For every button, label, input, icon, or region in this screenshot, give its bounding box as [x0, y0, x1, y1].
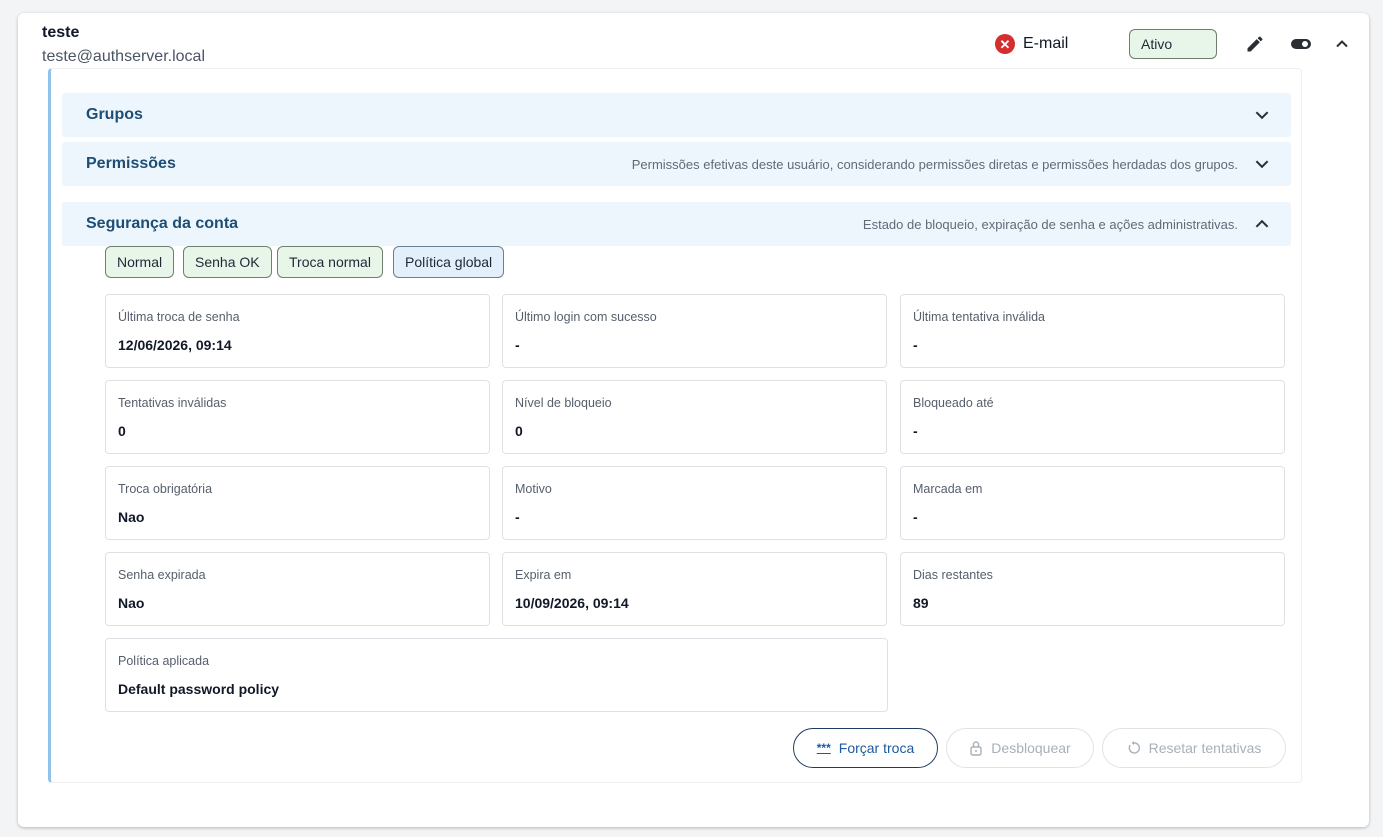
x-circle-icon: ✕ — [995, 34, 1015, 54]
toggle-icon — [1291, 39, 1311, 49]
field-card-expires-at: Expira em 10/09/2026, 09:14 — [502, 552, 887, 626]
field-card-last-login: Último login com sucesso - — [502, 294, 887, 368]
field-card-last-invalid-attempt: Última tentativa inválida - — [900, 294, 1285, 368]
field-value: 12/06/2026, 09:14 — [118, 337, 232, 353]
field-value: - — [913, 509, 918, 525]
field-value: - — [515, 509, 520, 525]
field-value: 89 — [913, 595, 929, 611]
chevron-down-icon — [1255, 111, 1269, 120]
section-permissions-title: Permissões — [86, 155, 176, 172]
field-card-last-password-change: Última troca de senha 12/06/2026, 09:14 — [105, 294, 490, 368]
field-label: Senha expirada — [118, 568, 206, 582]
field-value: - — [913, 337, 918, 353]
toggle-button[interactable] — [1288, 31, 1314, 57]
password-icon: *** — [816, 741, 831, 755]
field-card-applied-policy: Política aplicada Default password polic… — [105, 638, 888, 712]
field-label: Troca obrigatória — [118, 482, 213, 496]
field-card-password-expired: Senha expirada Nao — [105, 552, 490, 626]
section-groups-title: Grupos — [86, 106, 143, 123]
lock-icon — [970, 741, 982, 756]
status-chip-password: Senha OK — [183, 246, 272, 278]
field-label: Última troca de senha — [118, 310, 240, 324]
section-security-title: Segurança da conta — [86, 215, 239, 232]
user-name: teste — [42, 24, 80, 41]
reset-attempts-label: Resetar tentativas — [1148, 740, 1262, 756]
field-label: Bloqueado até — [913, 396, 994, 410]
chevron-up-icon — [1255, 219, 1269, 228]
field-card-marked-at: Marcada em - — [900, 466, 1285, 540]
section-security-description: Estado de bloqueio, expiração de senha e… — [862, 216, 1238, 232]
collapse-user-button[interactable] — [1329, 31, 1355, 57]
field-value: Nao — [118, 595, 145, 611]
field-label: Dias restantes — [913, 568, 993, 582]
field-value: Default password policy — [118, 681, 280, 697]
reset-icon — [1128, 741, 1140, 754]
edit-button[interactable] — [1242, 31, 1268, 57]
status-chip-lock: Normal — [105, 246, 175, 278]
field-value: - — [515, 337, 520, 353]
field-label: Expira em — [515, 568, 572, 582]
force-change-button[interactable]: *** Forçar troca — [793, 728, 938, 768]
unlock-button[interactable]: Desbloquear — [946, 728, 1094, 768]
field-label: Nível de bloqueio — [515, 396, 612, 410]
section-permissions-description: Permissões efetivas deste usuário, consi… — [631, 156, 1238, 172]
status-badge[interactable]: Ativo — [1129, 29, 1217, 59]
field-card-locked-until: Bloqueado até - — [900, 380, 1285, 454]
chevron-down-icon — [1255, 160, 1269, 169]
field-card-reason: Motivo - — [502, 466, 887, 540]
section-security-header[interactable]: Segurança da conta Estado de bloqueio, e… — [62, 202, 1291, 246]
force-change-label: Forçar troca — [838, 740, 915, 756]
user-email: teste@authserver.local — [42, 48, 205, 65]
field-value: 10/09/2026, 09:14 — [515, 595, 629, 611]
field-card-invalid-attempts: Tentativas inválidas 0 — [105, 380, 490, 454]
email-status-label: E-mail — [1023, 35, 1069, 52]
section-groups-header[interactable]: Grupos — [62, 93, 1291, 137]
field-value: 0 — [515, 423, 523, 439]
field-value: - — [913, 423, 918, 439]
field-card-mandatory-change: Troca obrigatória Nao — [105, 466, 490, 540]
email-verification-status: ✕ E-mail — [995, 34, 1068, 54]
field-value: 0 — [118, 423, 126, 439]
reset-attempts-button[interactable]: Resetar tentativas — [1102, 728, 1286, 768]
field-label: Última tentativa inválida — [913, 310, 1046, 324]
status-chip-change: Troca normal — [277, 246, 383, 278]
unlock-label: Desbloquear — [991, 740, 1071, 756]
field-value: Nao — [118, 509, 145, 525]
field-label: Motivo — [515, 482, 552, 496]
field-label: Tentativas inválidas — [118, 396, 227, 410]
field-card-lock-level: Nível de bloqueio 0 — [502, 380, 887, 454]
field-label: Último login com sucesso — [515, 310, 657, 324]
status-chip-policy: Política global — [393, 246, 505, 278]
field-card-days-remaining: Dias restantes 89 — [900, 552, 1285, 626]
pencil-icon — [1247, 36, 1263, 52]
section-permissions-header[interactable]: Permissões Permissões efetivas deste usu… — [62, 142, 1291, 186]
field-label: Marcada em — [913, 482, 983, 496]
chevron-up-icon — [1336, 40, 1348, 48]
field-label: Política aplicada — [118, 654, 210, 668]
